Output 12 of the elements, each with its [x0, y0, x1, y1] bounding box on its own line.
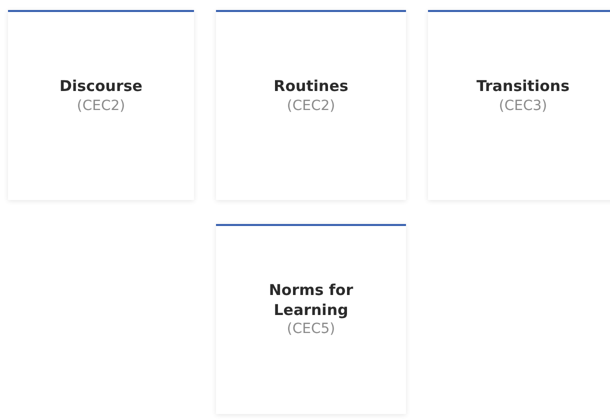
- card-title: Discourse: [58, 77, 144, 97]
- card-code: (CEC2): [286, 96, 336, 115]
- card-title: Norms for Learning: [268, 281, 354, 320]
- card[interactable]: Routines (CEC2): [216, 10, 406, 200]
- card[interactable]: Transitions (CEC3): [428, 10, 610, 200]
- card-code: (CEC2): [76, 96, 126, 115]
- card-title: Routines: [272, 77, 350, 97]
- card-code: (CEC5): [286, 320, 336, 339]
- card[interactable]: Discourse (CEC2): [8, 10, 194, 200]
- card-title: Transitions: [475, 77, 571, 97]
- card[interactable]: Norms for Learning (CEC5): [216, 224, 406, 414]
- card-code: (CEC3): [498, 96, 548, 115]
